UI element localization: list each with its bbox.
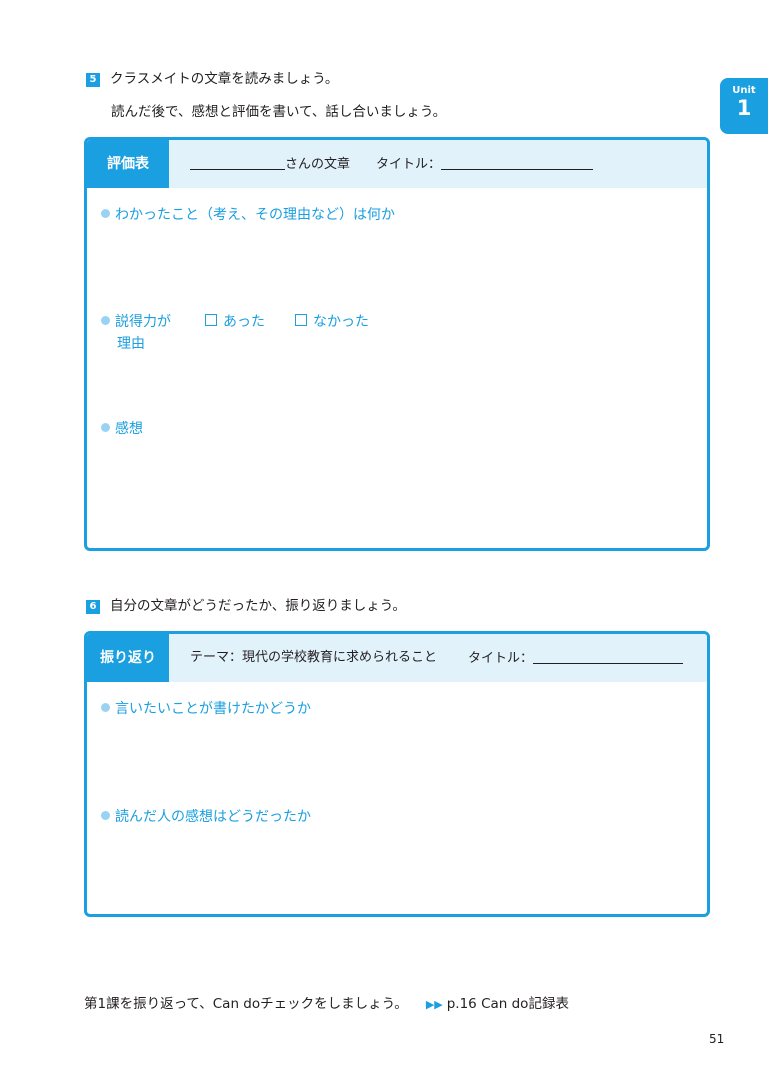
footer-instruction: 第1課を振り返って、Can doチェックをしましょう。 ▶▶ p.16 Can do… — [84, 994, 569, 1015]
evaluation-box-header: 評価表 さんの文章 タイトル： — [87, 140, 707, 188]
section6-number-badge: 6 — [86, 600, 100, 614]
section5-instruction-1: 5 クラスメイトの文章を読みましょう。 — [86, 70, 338, 88]
can-do-record-link[interactable]: p.16 Can do記録表 — [447, 996, 569, 1012]
eval-item-understood-text: わかったこと（考え、その理由など）は何か — [115, 207, 395, 223]
author-suffix: さんの文章 — [285, 157, 351, 172]
eval-item-impression: 感想 — [101, 418, 143, 440]
bullet-dot-icon — [101, 316, 110, 325]
bullet-dot-icon — [101, 209, 110, 218]
option-no-label: なかった — [313, 314, 369, 330]
eval-item-reason: 理由 — [117, 336, 145, 352]
eval-item-understood: わかったこと（考え、その理由など）は何か — [101, 204, 395, 226]
evaluation-tag: 評価表 — [87, 140, 169, 188]
footer-text: 第1課を振り返って、Can doチェックをしましょう。 — [84, 996, 408, 1012]
section5-instruction-2: 読んだ後で、感想と評価を書いて、話し合いましょう。 — [111, 104, 447, 120]
theme-line: テーマ：現代の学校教育に求められること — [190, 650, 438, 665]
reflection-title-line: タイトル： — [468, 649, 684, 668]
unit-tab: Unit 1 — [720, 78, 768, 134]
unit-number: 1 — [736, 96, 752, 120]
double-arrow-icon: ▶▶ — [425, 998, 443, 1011]
reflect-item-expressed-text: 言いたいことが書けたかどうか — [115, 701, 311, 717]
eval-item-persuasive: 説得力が — [101, 311, 171, 333]
reflect-item-reader-impression: 読んだ人の感想はどうだったか — [101, 806, 311, 828]
section6-instruction: 6 自分の文章がどうだったか、振り返りましょう。 — [86, 597, 406, 615]
bullet-dot-icon — [101, 703, 110, 712]
bullet-dot-icon — [101, 811, 110, 820]
reflection-box: 振り返り テーマ：現代の学校教育に求められること タイトル： 言いたいことが書け… — [84, 631, 710, 917]
title-blank[interactable] — [441, 155, 594, 170]
evaluation-box: 評価表 さんの文章 タイトル： わかったこと（考え、その理由など）は何か 説得力… — [84, 137, 710, 551]
reflection-title-blank[interactable] — [533, 649, 684, 664]
section5-number-badge: 5 — [86, 73, 100, 87]
eval-item-impression-text: 感想 — [115, 421, 143, 437]
reflect-item-reader-impression-text: 読んだ人の感想はどうだったか — [115, 809, 311, 825]
option-yes[interactable]: あった — [205, 311, 265, 333]
eval-item-persuasive-text: 説得力が — [115, 314, 171, 330]
checkbox-icon[interactable] — [205, 314, 217, 326]
section6-line1: 自分の文章がどうだったか、振り返りましょう。 — [110, 598, 406, 614]
reflection-box-header: 振り返り テーマ：現代の学校教育に求められること タイトル： — [87, 634, 707, 682]
title-line: タイトル： — [376, 155, 594, 174]
option-yes-label: あった — [223, 314, 265, 330]
checkbox-icon[interactable] — [295, 314, 307, 326]
author-name-blank[interactable] — [190, 155, 285, 170]
reflect-item-expressed: 言いたいことが書けたかどうか — [101, 698, 311, 720]
option-no[interactable]: なかった — [295, 311, 369, 333]
title-label: タイトル： — [376, 157, 442, 172]
reflection-tag: 振り返り — [87, 634, 169, 682]
page-number: 51 — [709, 1032, 725, 1046]
section5-line1: クラスメイトの文章を読みましょう。 — [110, 71, 339, 87]
reflection-title-label: タイトル： — [468, 651, 534, 666]
bullet-dot-icon — [101, 423, 110, 432]
author-line: さんの文章 — [190, 155, 350, 174]
